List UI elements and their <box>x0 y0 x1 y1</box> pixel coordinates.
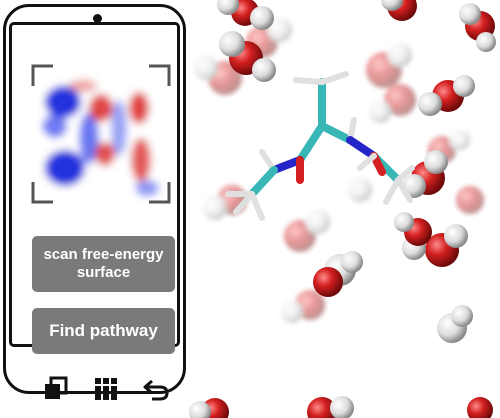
water-molecule <box>313 251 363 297</box>
peptide-molecule <box>225 71 415 221</box>
find-pathway-button[interactable]: Find pathway <box>32 308 175 354</box>
water-molecule <box>456 186 484 214</box>
navigation-bar <box>42 375 170 405</box>
app-grid-icon[interactable] <box>92 375 120 403</box>
water-molecule <box>418 75 475 116</box>
water-molecule <box>467 397 493 418</box>
water-molecule <box>203 185 247 220</box>
find-pathway-label: Find pathway <box>49 321 158 340</box>
phone-screen: scan free-energy surface Find pathway <box>9 22 180 401</box>
water-molecule <box>281 290 325 323</box>
water-molecule <box>189 398 229 418</box>
scan-button-label: scan free-energy surface <box>43 246 164 281</box>
water-molecule <box>307 396 354 418</box>
water-molecule <box>366 43 412 88</box>
water-molecule <box>459 3 496 52</box>
water-molecule <box>369 84 416 123</box>
water-molecule <box>217 0 274 30</box>
smartphone: scan free-energy surface Find pathway <box>3 4 186 401</box>
water-molecule <box>437 305 473 343</box>
water-molecule <box>348 178 372 202</box>
back-icon[interactable] <box>142 375 170 403</box>
free-energy-heatmap <box>43 80 161 196</box>
free-energy-surface-viewfinder <box>31 64 171 204</box>
recent-apps-icon[interactable] <box>42 375 70 403</box>
water-molecule <box>381 0 417 21</box>
water-molecule <box>394 212 432 246</box>
scan-free-energy-surface-button[interactable]: scan free-energy surface <box>32 236 175 292</box>
water-molecule <box>284 210 330 252</box>
